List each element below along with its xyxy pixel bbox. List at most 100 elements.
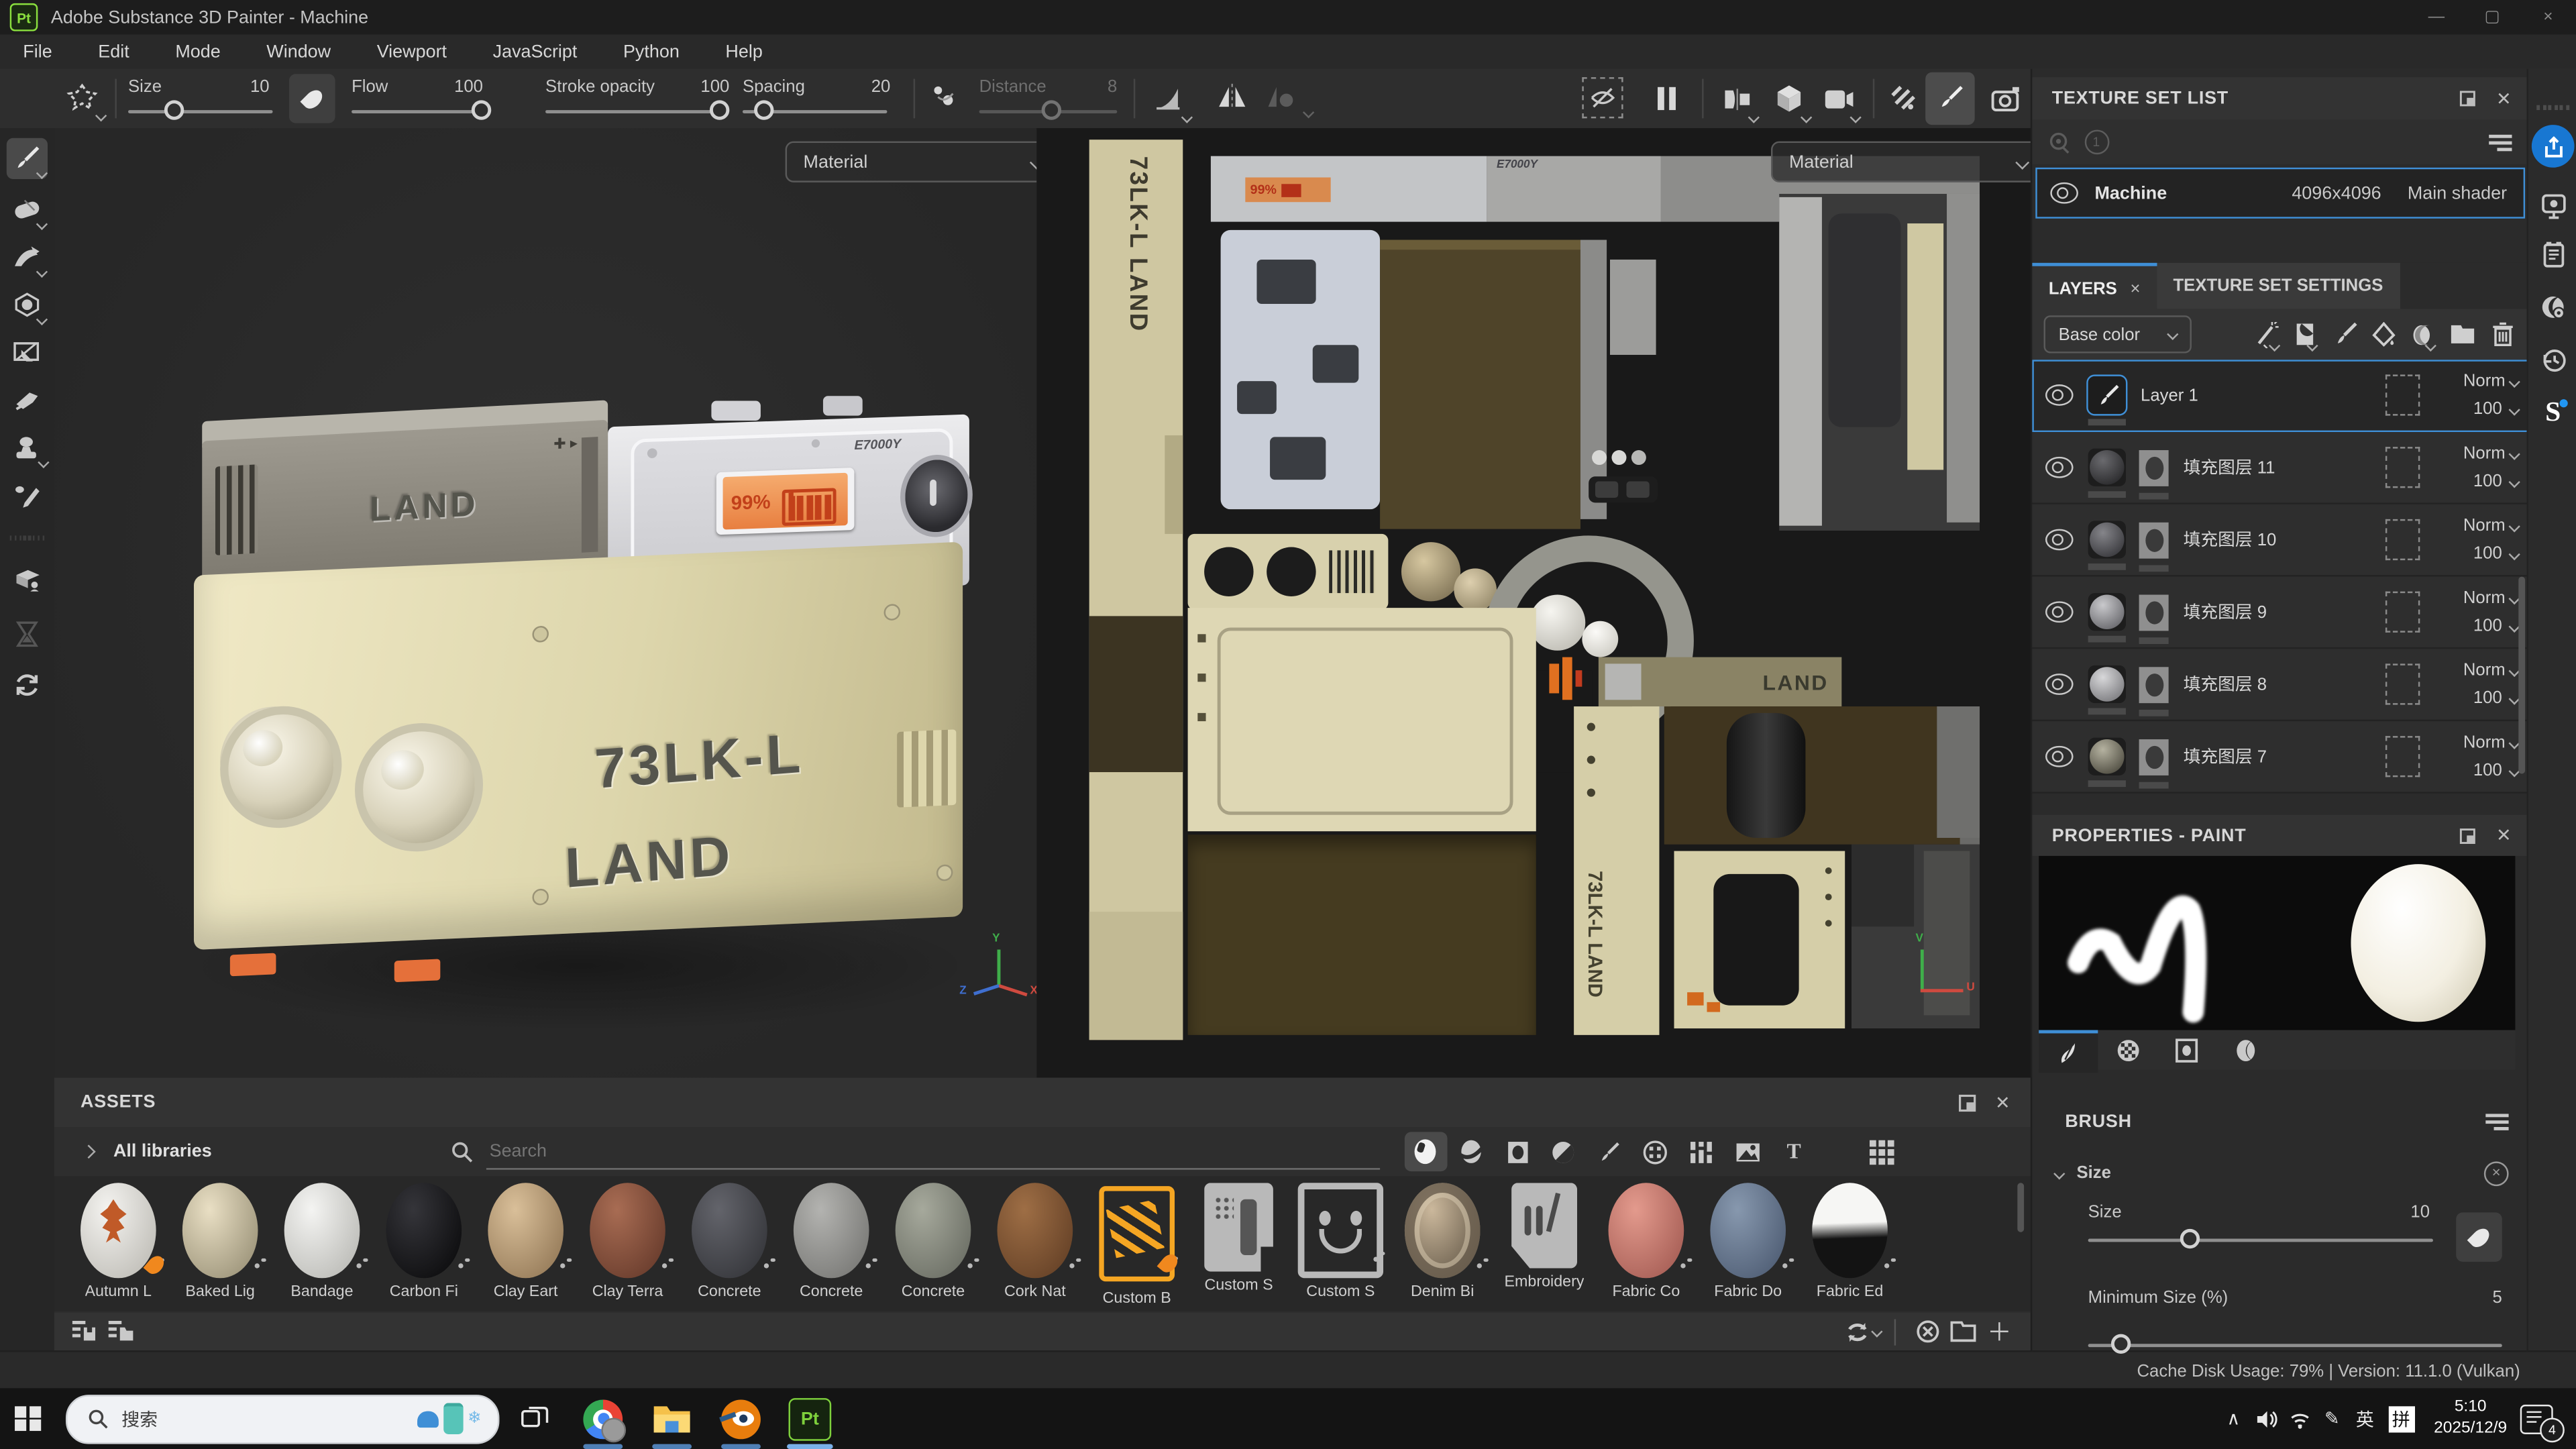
- mask-thumbnail[interactable]: [2139, 739, 2169, 775]
- layer-row[interactable]: 填充图层 9 Norm 100: [2032, 577, 2528, 649]
- visibility-eye-icon[interactable]: [2045, 529, 2074, 551]
- tab-material[interactable]: [2216, 1030, 2275, 1070]
- asset-item[interactable]: Concrete: [678, 1176, 780, 1311]
- reset-filters-icon[interactable]: [1909, 1313, 1945, 1350]
- add-paint-layer-icon[interactable]: [2324, 316, 2364, 352]
- brush-size-value[interactable]: 10: [2410, 1203, 2430, 1222]
- layer-row[interactable]: 填充图层 11 Norm 100: [2032, 432, 2528, 504]
- asset-item[interactable]: Baked Lig: [169, 1176, 271, 1311]
- asset-item[interactable]: Custom S: [1188, 1176, 1290, 1311]
- snapshot-camera-icon[interactable]: [1984, 76, 2027, 120]
- brush-size-slider[interactable]: [2088, 1239, 2433, 1242]
- display-settings-icon[interactable]: [2532, 184, 2575, 227]
- visibility-eye-icon[interactable]: [2045, 384, 2074, 406]
- layer-row[interactable]: Layer 1 Norm 100: [2032, 360, 2528, 432]
- filter-environments-icon[interactable]: [1727, 1132, 1770, 1171]
- pen-pressure-size-button[interactable]: [2456, 1212, 2502, 1261]
- tray-chevron-icon[interactable]: ∧: [2217, 1408, 2250, 1430]
- undock-icon[interactable]: [2449, 80, 2485, 117]
- asset-item[interactable]: Fabric Do: [1697, 1176, 1799, 1311]
- visibility-eye-icon[interactable]: [2045, 746, 2074, 767]
- reset-icon[interactable]: ✕: [2484, 1161, 2509, 1185]
- add-asset-icon[interactable]: ＋: [1981, 1313, 2017, 1350]
- tab-stencil[interactable]: [2157, 1030, 2216, 1070]
- channel-dropdown[interactable]: Base color: [2044, 315, 2192, 353]
- smudge-tool-icon[interactable]: [7, 380, 48, 421]
- viewport-3d[interactable]: LAND ✚ ▸ E7000Y 99%: [54, 128, 1036, 1078]
- resources-updater-icon[interactable]: [7, 663, 48, 704]
- add-smart-material-icon[interactable]: [2286, 316, 2325, 352]
- filter-alphas-icon[interactable]: [1635, 1132, 1678, 1171]
- close-icon[interactable]: ✕: [2485, 80, 2522, 117]
- add-folder-icon[interactable]: [2443, 316, 2483, 352]
- menu-javascript[interactable]: JavaScript: [470, 42, 600, 61]
- asset-item[interactable]: Custom B: [1086, 1176, 1188, 1311]
- asset-item[interactable]: Fabric Ed: [1799, 1176, 1901, 1311]
- min-size-value[interactable]: 5: [2492, 1288, 2502, 1307]
- layer-thumbnail[interactable]: [2088, 593, 2126, 631]
- asset-item[interactable]: Clay Eart: [475, 1176, 577, 1311]
- delete-layer-icon[interactable]: [2482, 316, 2522, 352]
- camera-view-button[interactable]: [1817, 77, 1860, 120]
- shading-mode-dropdown-2d[interactable]: Material: [1771, 142, 2031, 182]
- maximize-button[interactable]: ▢: [2464, 0, 2520, 34]
- blend-mode-dropdown[interactable]: Norm: [2463, 516, 2518, 535]
- layer-thumbnail[interactable]: [2088, 665, 2126, 703]
- close-icon[interactable]: ✕: [2485, 817, 2522, 853]
- tab-brush[interactable]: [2039, 1030, 2098, 1073]
- layer-row[interactable]: 填充图层 7 Norm 100: [2032, 721, 2528, 794]
- asset-item[interactable]: Custom S: [1289, 1176, 1391, 1311]
- blend-mode-dropdown[interactable]: Norm: [2463, 588, 2518, 608]
- menu-file[interactable]: File: [0, 42, 75, 61]
- shader-settings-icon[interactable]: [2532, 286, 2575, 329]
- pause-engine-button[interactable]: [1646, 79, 1686, 119]
- library-selector[interactable]: All libraries: [113, 1142, 212, 1161]
- flow-slider[interactable]: [352, 110, 483, 113]
- color-picker-tool-icon[interactable]: [7, 475, 48, 516]
- volume-icon[interactable]: [2250, 1409, 2283, 1428]
- undock-icon[interactable]: [2449, 817, 2485, 853]
- task-view-icon[interactable]: [509, 1394, 558, 1443]
- blend-mode-dropdown[interactable]: Norm: [2463, 443, 2518, 463]
- close-icon[interactable]: ✕: [1984, 1084, 2021, 1120]
- add-fill-layer-icon[interactable]: [2364, 316, 2404, 352]
- filter-filters-icon[interactable]: [1542, 1132, 1585, 1171]
- add-mask-icon[interactable]: [2404, 316, 2443, 352]
- new-folder-icon[interactable]: [1945, 1313, 1982, 1350]
- refresh-icon[interactable]: [1845, 1313, 1881, 1350]
- asset-item[interactable]: Cork Nat: [984, 1176, 1086, 1311]
- mirror-symmetry-icon[interactable]: [1216, 82, 1248, 111]
- visibility-eye-icon[interactable]: [2045, 457, 2074, 478]
- quick-mask-tool-icon[interactable]: [7, 332, 48, 373]
- asset-item[interactable]: Fabric Co: [1595, 1176, 1697, 1311]
- split-view-button[interactable]: [1715, 77, 1758, 120]
- list-options-icon[interactable]: [2482, 124, 2518, 160]
- layer-row[interactable]: 填充图层 10 Norm 100: [2032, 504, 2528, 577]
- stroke-opacity-slider[interactable]: [545, 110, 722, 113]
- asset-item[interactable]: Denim Bi: [1391, 1176, 1493, 1311]
- filter-materials-icon[interactable]: [1405, 1132, 1448, 1171]
- taskbar-search[interactable]: 搜索 ❄: [66, 1394, 500, 1443]
- size-value[interactable]: 10: [210, 77, 269, 97]
- spacing-slider[interactable]: [743, 110, 888, 113]
- undock-icon[interactable]: [1948, 1084, 1984, 1120]
- opacity-dropdown[interactable]: 100: [2473, 544, 2518, 564]
- file-explorer-icon[interactable]: [647, 1394, 696, 1443]
- network-icon[interactable]: [2283, 1409, 2316, 1428]
- visibility-eye-icon[interactable]: [2045, 674, 2074, 695]
- spacing-value[interactable]: 20: [831, 77, 890, 97]
- menu-python[interactable]: Python: [600, 42, 702, 61]
- history-icon[interactable]: [2532, 338, 2575, 381]
- save-resources-icon[interactable]: [67, 1313, 103, 1350]
- menu-help[interactable]: Help: [702, 42, 786, 61]
- clock[interactable]: 5:10 2025/12/9: [2434, 1398, 2507, 1439]
- visibility-eye-icon[interactable]: [2050, 182, 2078, 204]
- opacity-dropdown[interactable]: 100: [2473, 616, 2518, 635]
- stroke-opacity-value[interactable]: 100: [670, 77, 729, 97]
- export-share-button[interactable]: [2532, 125, 2575, 168]
- layer-thumbnail[interactable]: [2088, 449, 2126, 486]
- filter-textures-icon[interactable]: [1680, 1132, 1723, 1171]
- projection-tool-icon[interactable]: [7, 237, 48, 278]
- layer-thumbnail[interactable]: [2088, 376, 2126, 414]
- substance-painter-taskbar-icon[interactable]: Pt: [786, 1394, 835, 1443]
